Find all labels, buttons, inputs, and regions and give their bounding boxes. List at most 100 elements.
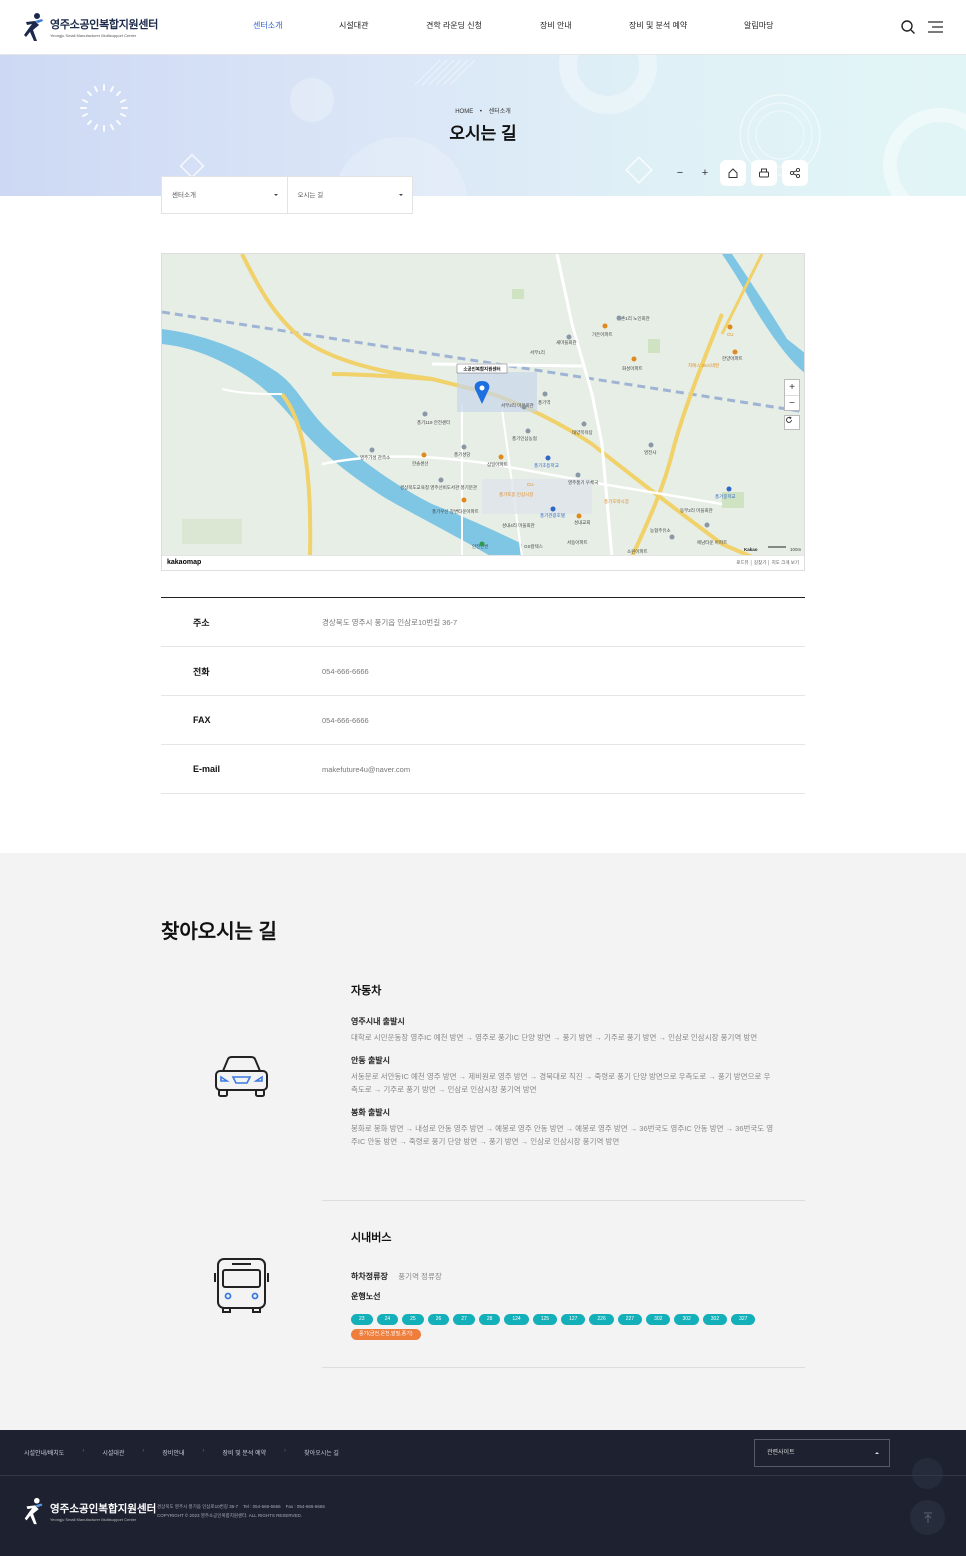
map-label: 풍기토종 인삼시장 bbox=[499, 491, 533, 498]
caret-up-icon bbox=[875, 1452, 879, 1454]
depth1-select[interactable]: 센터소개 bbox=[162, 177, 287, 213]
footer-link-separator: › bbox=[142, 1448, 145, 1454]
zoom-in-button[interactable]: + bbox=[695, 167, 715, 179]
route-origin: 봉화 출발시 bbox=[351, 1108, 391, 1117]
map-zoom-in-button[interactable]: + bbox=[785, 380, 799, 395]
info-value: 054-666-6666 bbox=[322, 666, 369, 676]
bus-line-chip: 27 bbox=[453, 1314, 475, 1325]
car-heading: 자동차 bbox=[351, 985, 382, 997]
nav-equipment-guide[interactable]: 장비 안내 bbox=[540, 20, 572, 31]
map-label: 성내교회 bbox=[574, 519, 591, 526]
bus-stop-label: 하차정류장 bbox=[351, 1272, 388, 1281]
map-label: 농협주유소 bbox=[650, 527, 671, 534]
bus-heading: 시내버스 bbox=[351, 1232, 392, 1244]
footer-link[interactable]: 장비안내 bbox=[162, 1448, 184, 1457]
map-label: 풍기관광호텔 bbox=[540, 512, 565, 519]
nav-facility-rental[interactable]: 시설대관 bbox=[339, 20, 368, 31]
kakaomap-logo[interactable]: kakaomap bbox=[167, 559, 201, 566]
home-icon bbox=[728, 168, 738, 178]
info-key: FAX bbox=[193, 715, 211, 725]
info-key: E-mail bbox=[193, 764, 221, 774]
bus-line-chip: 125 bbox=[532, 1314, 558, 1325]
nav-center-intro[interactable]: 센터소개 bbox=[253, 20, 282, 31]
map-label: 화성아파트 bbox=[622, 365, 643, 372]
info-value: makefuture4u@naver.com bbox=[322, 764, 411, 774]
bus-line-chip: 124 bbox=[504, 1314, 529, 1325]
depth2-select[interactable]: 오시는 길 bbox=[286, 177, 413, 213]
footer-links: 시설안내/배치도 › 시설대관 › 장비안내 › 장비 및 분석 예약 › 찾아… bbox=[24, 1448, 339, 1457]
bus-line-chip: 25 bbox=[402, 1314, 424, 1325]
map-label: 경상북도교육청 영주선비도서관 풍기분관 bbox=[400, 484, 477, 491]
bus-line-chip: 28 bbox=[478, 1314, 501, 1325]
bus-line-chip: 226 bbox=[589, 1314, 614, 1325]
scroll-top-button[interactable] bbox=[910, 1500, 945, 1535]
map-scale-label: 100m bbox=[790, 547, 802, 552]
map-zoom-out-button[interactable]: − bbox=[785, 395, 799, 410]
breadcrumb-home[interactable]: HOME bbox=[455, 109, 473, 115]
footer-link[interactable]: 찾아오시는 길 bbox=[304, 1448, 339, 1457]
map-label: 영주가성 관측소 bbox=[360, 454, 390, 461]
print-button[interactable] bbox=[751, 160, 777, 186]
print-icon bbox=[759, 168, 769, 178]
map-label: 에남타운 아파트 bbox=[697, 539, 727, 546]
depth2-select-value: 오시는 길 bbox=[297, 192, 324, 199]
map-label: 영전사 bbox=[644, 449, 657, 456]
bus-stop: 하차정류장 풍기역 정류장 bbox=[351, 1266, 442, 1284]
site-logo[interactable]: 영주소공인복합지원센터 Yeongju Small Manufacturer M… bbox=[24, 12, 158, 42]
nav-tour-application[interactable]: 견학 라운딩 신청 bbox=[426, 20, 482, 31]
zoom-out-button[interactable]: − bbox=[670, 167, 690, 179]
nav-equipment-reservation[interactable]: 장비 및 분석 예약 bbox=[629, 20, 687, 31]
directions-title: 찾아오시는 길 bbox=[161, 921, 277, 943]
related-site-select[interactable]: 관련사이트 bbox=[754, 1439, 890, 1467]
bus-line-chip: 302 bbox=[646, 1314, 671, 1325]
footer-link[interactable]: 장비 및 분석 예약 bbox=[223, 1448, 267, 1457]
kakao-map[interactable]: 소공인복합지원센터 서부1리 새마을회관 근촌1리 노인회관 가든아파트 CU … bbox=[161, 253, 805, 571]
info-row-fax: FAX 054-666-6666 bbox=[161, 696, 805, 745]
caret-down-icon bbox=[399, 194, 403, 196]
footer-link-separator: › bbox=[284, 1448, 287, 1454]
nav-notice[interactable]: 알림마당 bbox=[744, 20, 773, 31]
info-row-phone: 전화 054-666-6666 bbox=[161, 647, 805, 696]
logo-runner-icon bbox=[24, 1497, 43, 1525]
info-row-address: 주소 경상북도 영주시 풍기읍 인삼로10번길 36-7 bbox=[161, 598, 805, 647]
map-label: CU bbox=[527, 482, 534, 487]
footer-link[interactable]: 시설대관 bbox=[102, 1448, 124, 1457]
footer-divider bbox=[0, 1475, 966, 1476]
map-label: 태양목욕탕 bbox=[572, 429, 593, 436]
map-label: 지에스 25시네펀 bbox=[688, 362, 719, 369]
footer-link[interactable]: 시설안내/배치도 bbox=[24, 1448, 64, 1457]
bus-line-chip: 23 bbox=[351, 1314, 373, 1325]
location-selector: 센터소개 오시는 길 bbox=[161, 176, 413, 214]
map-label: 풍기중학교 bbox=[715, 493, 736, 500]
bus-line-chip: 227 bbox=[617, 1314, 643, 1325]
share-button[interactable] bbox=[782, 160, 808, 186]
home-button[interactable] bbox=[720, 160, 746, 186]
search-icon[interactable] bbox=[900, 19, 916, 35]
map-label: 서동아파트 bbox=[567, 539, 588, 546]
footer-logo-title: 영주소공인복합지원센터 bbox=[50, 1502, 157, 1515]
info-key: 주소 bbox=[193, 617, 210, 628]
related-site-label: 관련사이트 bbox=[767, 1450, 795, 1456]
menu-icon[interactable] bbox=[926, 19, 944, 35]
bus-line-chip-special: 풍기(금전,온천,발빌,풍기) bbox=[351, 1329, 421, 1340]
map-links[interactable]: 로드뷰 │ 길찾기 │ 지도 크게 보기 bbox=[736, 560, 799, 566]
breadcrumb-current[interactable]: 센터소개 bbox=[489, 109, 511, 115]
map-label: 풍기호박시장 bbox=[604, 498, 629, 505]
route-origin: 영주시내 출발시 bbox=[351, 1017, 405, 1026]
bus-directions: 시내버스 하차정류장 풍기역 정류장 운행노선 23 24 25 26 27 2… bbox=[322, 1227, 805, 1368]
bus-line-list: 23 24 25 26 27 28 124 125 127 226 227 30… bbox=[351, 1314, 756, 1325]
footer-logo-subtitle: Yeongju Small Manufacturer Multisupport … bbox=[50, 1516, 137, 1522]
route-text: 대학로 시민운동장 영주IC 예천 방면 → 영주로 풍기IC 단양 방면 → … bbox=[351, 1033, 758, 1042]
map-label: 소원아파트 bbox=[627, 548, 648, 555]
route-text: 서동문로 서안동IC 예천 영주 방면 → 제비원로 영주 방면 → 경북대로 … bbox=[351, 1072, 771, 1094]
footer-logo: 영주소공인복합지원센터 Yeongju Small Manufacturer M… bbox=[24, 1497, 156, 1525]
floating-button[interactable] bbox=[912, 1458, 943, 1489]
contact-info-table: 주소 경상북도 영주시 풍기읍 인삼로10번길 36-7 전화 054-666-… bbox=[161, 597, 805, 794]
map-label: 영주풍기 우체국 bbox=[568, 479, 598, 486]
map-canvas[interactable]: 소공인복합지원센터 서부1리 새마을회관 근촌1리 노인회관 가든아파트 CU … bbox=[162, 254, 805, 557]
map-center-label: 소공인복합지원센터 bbox=[463, 366, 500, 373]
info-value: 경상북도 영주시 풍기읍 인삼로10번길 36-7 bbox=[322, 617, 458, 627]
map-label: 풍기성당 bbox=[454, 451, 471, 458]
map-reset-button[interactable] bbox=[784, 415, 800, 430]
bus-line-chip: 24 bbox=[376, 1314, 399, 1325]
